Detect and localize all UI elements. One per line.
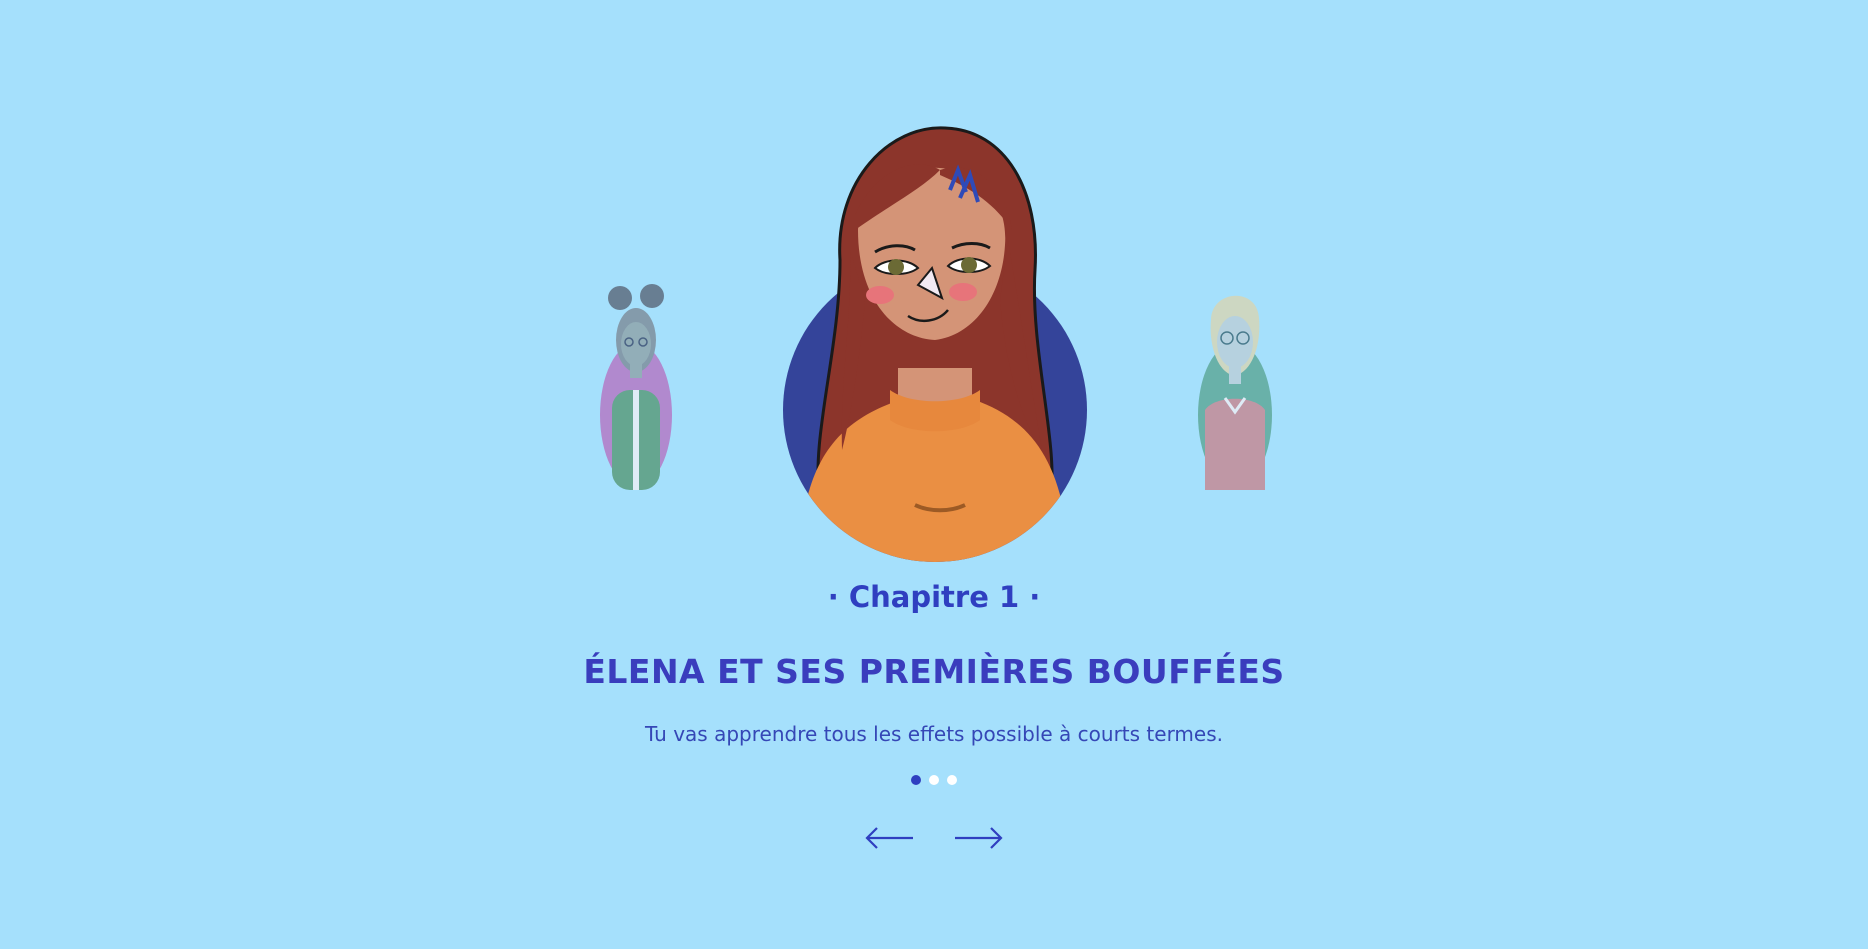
- character-left-thumbnail[interactable]: [598, 280, 674, 490]
- chapter-title: ÉLENA ET SES PREMIÈRES BOUFFÉES: [583, 652, 1285, 691]
- chapter-label: · Chapitre 1 ·: [827, 580, 1041, 614]
- character-right-thumbnail[interactable]: [1195, 280, 1275, 490]
- chapter-subtitle: Tu vas apprendre tous les effets possibl…: [645, 722, 1223, 746]
- next-button[interactable]: [953, 825, 1005, 851]
- pagination-dot-3[interactable]: [947, 775, 957, 785]
- pagination-dots: [0, 775, 1868, 785]
- carousel-navigation: [0, 825, 1868, 851]
- arrow-right-icon: [955, 827, 1003, 849]
- boy-glasses-illustration: [1198, 295, 1272, 490]
- prev-button[interactable]: [863, 825, 915, 851]
- pagination-dot-2[interactable]: [929, 775, 939, 785]
- chapter-carousel: · Chapitre 1 · ÉLENA ET SES PREMIÈRES BO…: [0, 0, 1868, 949]
- pagination-dot-1[interactable]: [911, 775, 921, 785]
- girl-buns-illustration: [600, 284, 672, 490]
- character-elena-illustration: [780, 120, 1090, 565]
- arrow-left-icon: [865, 827, 913, 849]
